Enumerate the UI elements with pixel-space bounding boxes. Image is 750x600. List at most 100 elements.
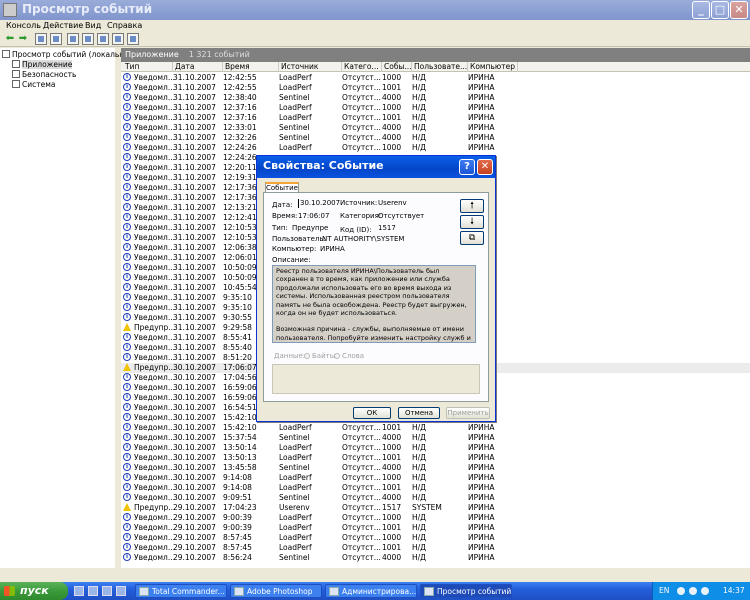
volume-icon[interactable]: [701, 587, 709, 595]
table-row[interactable]: i Уведомл... 29.10.2007 8:57:45 LoadPerf Отсу…: [121, 543, 750, 553]
cancel-button[interactable]: Отмена: [398, 407, 440, 419]
table-row[interactable]: i Уведомл... 29.10.2007 9:00:39 LoadPerf Отсу…: [121, 523, 750, 533]
table-row[interactable]: i Уведомл... 31.10.2007 12:42:55 LoadPerf Отс…: [121, 73, 750, 83]
bytes-radio[interactable]: Байты: [304, 352, 335, 361]
forward-arrow-icon[interactable]: ➡: [17, 33, 29, 45]
column-computer[interactable]: Компьютер: [468, 62, 518, 72]
cell-time: 12:12:41: [223, 213, 257, 222]
table-row[interactable]: i Уведомл... 30.10.2007 9:14:08 LoadPerf Отсу…: [121, 483, 750, 493]
apply-button[interactable]: Применить: [446, 407, 490, 419]
language-indicator[interactable]: EN: [659, 582, 669, 600]
menu-view[interactable]: Вид: [85, 20, 101, 31]
quicklaunch-icon[interactable]: [102, 586, 112, 596]
cell-source: LoadPerf: [279, 113, 312, 122]
task-event-viewer[interactable]: Просмотр событий: [420, 584, 512, 598]
cell-source: LoadPerf: [279, 443, 312, 452]
dialog-help-button[interactable]: ?: [459, 159, 475, 175]
table-row[interactable]: i Уведомл... 31.10.2007 12:33:01 Sentinel Отс…: [121, 123, 750, 133]
data-box[interactable]: [272, 364, 480, 394]
table-row[interactable]: Предупр... 29.10.2007 17:04:23 Userenv Отсут…: [121, 503, 750, 513]
source-value[interactable]: Userenv: [378, 199, 407, 208]
table-row[interactable]: i Уведомл... 29.10.2007 8:57:45 LoadPerf Отсу…: [121, 533, 750, 543]
menu-action[interactable]: Действие: [43, 20, 83, 31]
tree-item-security[interactable]: Безопасность: [12, 70, 76, 80]
quicklaunch-icon[interactable]: [116, 586, 126, 596]
show-tree-icon[interactable]: [50, 33, 62, 45]
table-row[interactable]: i Уведомл... 31.10.2007 12:37:16 LoadPerf Отс…: [121, 113, 750, 123]
tray-icon[interactable]: [689, 587, 697, 595]
minimize-button[interactable]: _: [692, 1, 710, 19]
computer-value[interactable]: ИРИНА: [320, 245, 345, 254]
dialog-title-bar[interactable]: Свойства: Событие ? ✕: [257, 156, 495, 178]
column-time[interactable]: Время: [223, 62, 279, 72]
radio-icon: [304, 353, 310, 359]
description-box[interactable]: Реестр пользователя ИРИНА\Пользователь б…: [272, 265, 476, 343]
refresh-icon[interactable]: [82, 33, 94, 45]
up-folder-icon[interactable]: [35, 33, 47, 45]
menu-console[interactable]: Консоль: [6, 20, 41, 31]
table-row[interactable]: i Уведомл... 30.10.2007 13:50:13 LoadPerf Отс…: [121, 453, 750, 463]
user-value[interactable]: NT AUTHORITY\SYSTEM: [322, 235, 404, 244]
table-row[interactable]: i Уведомл... 30.10.2007 9:14:08 LoadPerf Отсу…: [121, 473, 750, 483]
column-category[interactable]: Катего...: [342, 62, 382, 72]
cell-type: Уведомл...: [134, 163, 175, 172]
table-row[interactable]: i Уведомл... 29.10.2007 8:56:24 Sentinel Отсу…: [121, 553, 750, 563]
table-row[interactable]: i Уведомл... 30.10.2007 15:42:10 LoadPerf Отс…: [121, 423, 750, 433]
back-arrow-icon[interactable]: ⬅: [4, 33, 16, 45]
next-event-button[interactable]: 🠗: [460, 215, 484, 229]
cell-source: Sentinel: [279, 93, 310, 102]
cell-category: Отсутст...: [342, 123, 381, 132]
window-title: Просмотр событий: [22, 2, 153, 16]
tree-item-application[interactable]: Приложение: [12, 60, 73, 70]
cell-computer: ИРИНА: [468, 93, 495, 102]
column-source[interactable]: Источник: [279, 62, 342, 72]
code-value[interactable]: 1517: [378, 224, 396, 233]
task-photoshop[interactable]: Adobe Photoshop: [230, 584, 322, 598]
tree-item-system[interactable]: Система: [12, 80, 55, 90]
type-value[interactable]: Предупре: [292, 224, 328, 233]
console-tree-icon[interactable]: [127, 33, 139, 45]
menu-help[interactable]: Справка: [107, 20, 142, 31]
table-row[interactable]: i Уведомл... 30.10.2007 9:09:51 Sentinel Отсу…: [121, 493, 750, 503]
cell-computer: ИРИНА: [468, 483, 495, 492]
table-row[interactable]: i Уведомл... 31.10.2007 12:37:16 LoadPerf Отс…: [121, 103, 750, 113]
column-date[interactable]: Дата: [173, 62, 223, 72]
table-row[interactable]: i Уведомл... 31.10.2007 12:42:55 LoadPerf Отс…: [121, 83, 750, 93]
copy-icon[interactable]: ⧉: [460, 231, 484, 245]
quicklaunch-icon[interactable]: [74, 586, 84, 596]
log-icon: [12, 80, 20, 88]
export-list-icon[interactable]: [97, 33, 109, 45]
properties-icon[interactable]: [67, 33, 79, 45]
table-row[interactable]: i Уведомл... 30.10.2007 15:37:54 Sentinel Отс…: [121, 433, 750, 443]
date-value[interactable]: 30.10.2007: [298, 199, 340, 208]
task-administration[interactable]: Администрирова...: [325, 584, 417, 598]
previous-event-button[interactable]: 🠕: [460, 199, 484, 213]
column-type[interactable]: Тип: [123, 62, 173, 72]
category-value[interactable]: Отсутствует: [378, 212, 424, 221]
table-row[interactable]: i Уведомл... 29.10.2007 9:00:39 LoadPerf Отсу…: [121, 513, 750, 523]
start-button[interactable]: пуск: [0, 582, 68, 600]
task-total-commander[interactable]: Total Commander...: [135, 584, 227, 598]
table-row[interactable]: i Уведомл... 31.10.2007 12:24:26 LoadPerf Отс…: [121, 143, 750, 153]
tray-icon[interactable]: [677, 587, 685, 595]
type-label: Тип:: [272, 224, 288, 232]
table-row[interactable]: i Уведомл... 31.10.2007 12:32:26 Sentinel Отс…: [121, 133, 750, 143]
time-value[interactable]: 17:06:07: [298, 212, 329, 221]
window-title-bar[interactable]: Просмотр событий _ □ ✕: [0, 0, 750, 20]
quicklaunch-icon[interactable]: [88, 586, 98, 596]
cell-event: 1001: [382, 453, 402, 462]
column-event[interactable]: Собы...: [382, 62, 412, 72]
maximize-button[interactable]: □: [711, 1, 729, 19]
column-user[interactable]: Пользовате...: [412, 62, 468, 72]
dialog-close-button[interactable]: ✕: [477, 159, 493, 175]
table-row[interactable]: i Уведомл... 30.10.2007 13:45:58 Sentinel Отс…: [121, 463, 750, 473]
cell-type: Уведомл...: [134, 463, 175, 472]
cell-user: Н/Д: [412, 143, 427, 152]
help-icon[interactable]: [112, 33, 124, 45]
tree-root[interactable]: Просмотр событий (локальн: [2, 50, 124, 60]
table-row[interactable]: i Уведомл... 30.10.2007 13:50:14 LoadPerf Отс…: [121, 443, 750, 453]
close-button[interactable]: ✕: [730, 1, 748, 19]
table-row[interactable]: i Уведомл... 31.10.2007 12:38:40 Sentinel Отс…: [121, 93, 750, 103]
words-radio[interactable]: Слова: [334, 352, 364, 361]
ok-button[interactable]: ОК: [353, 407, 391, 419]
